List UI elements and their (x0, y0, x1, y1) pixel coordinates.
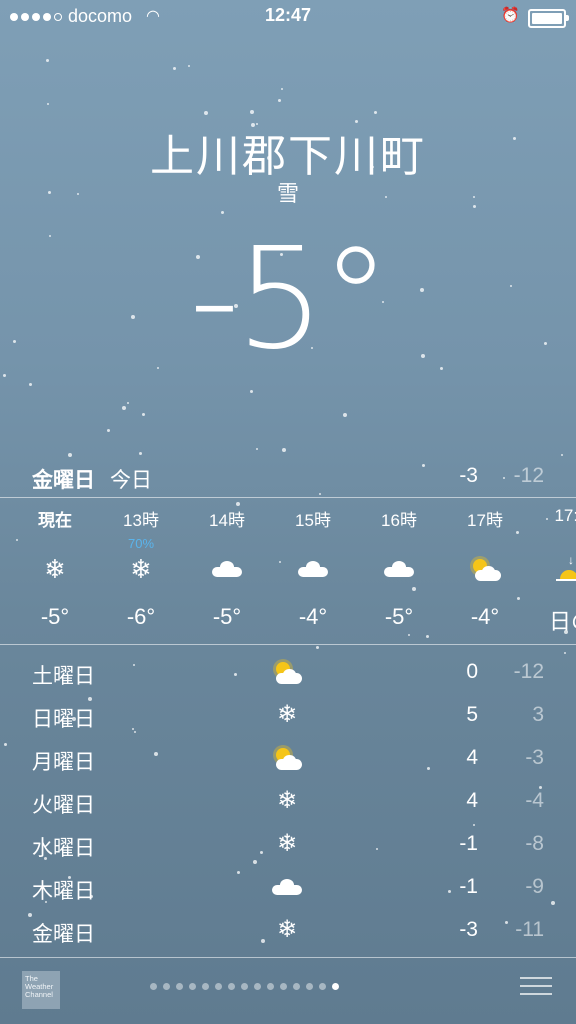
daily-row: 火曜日 ❄ 4 -4 (32, 781, 544, 824)
current-temperature: -5° (189, 218, 391, 381)
today-high: -3 (459, 464, 478, 487)
hourly-temp: -4° (470, 604, 500, 629)
page-dot[interactable] (228, 983, 235, 990)
hourly-time: 16時 (381, 511, 417, 530)
hourly-temp: -6° (126, 604, 156, 629)
daily-row: 土曜日 0 -12 (32, 652, 544, 695)
page-indicator[interactable] (150, 983, 339, 990)
city-name: 上川郡下川町 (150, 132, 426, 181)
daily-row: 水曜日 ❄ -1 -8 (32, 824, 544, 867)
hourly-temp: -5° (212, 604, 242, 629)
page-dot[interactable] (163, 983, 170, 990)
daily-day: 水曜日 (32, 837, 95, 860)
daily-day: 火曜日 (32, 794, 95, 817)
cloud-icon (384, 561, 414, 577)
daily-low: -8 (525, 832, 544, 855)
daily-low: -9 (525, 875, 544, 898)
daily-low: -12 (513, 660, 544, 683)
hourly-temp: -4° (298, 604, 328, 629)
daily-low: -4 (525, 789, 544, 812)
current-condition: 雪 (276, 181, 299, 206)
page-dot[interactable] (215, 983, 222, 990)
page-dot[interactable] (293, 983, 300, 990)
snow-icon: ❄ (276, 916, 298, 943)
status-bar: docomo ◠ 12:47 ⏰ (0, 0, 576, 34)
hourly-precip: 70% (127, 536, 155, 551)
daily-high: 0 (466, 660, 478, 683)
daily-day: 木曜日 (32, 880, 95, 903)
today-low: -12 (513, 464, 544, 487)
divider (0, 497, 576, 498)
hourly-time: 現在 (38, 511, 72, 530)
daily-forecast-list[interactable]: 土曜日 0 -12 日曜日 ❄ 5 3 月曜日 4 -3 火曜日 ❄ 4 -4 水曜日 ❄ -1 -8 木曜日 -1 -… (32, 652, 544, 953)
cloud-icon (272, 879, 302, 895)
today-day: 金曜日 (32, 469, 95, 492)
daily-day: 月曜日 (32, 751, 95, 774)
page-dot[interactable] (332, 983, 339, 990)
page-dot[interactable] (267, 983, 274, 990)
daily-day: 日曜日 (32, 708, 95, 731)
daily-row: 木曜日 -1 -9 (32, 867, 544, 910)
hourly-temp: -5° (384, 604, 414, 629)
divider (0, 957, 576, 958)
cloud-icon (298, 561, 328, 577)
hourly-temp: 日の (548, 609, 576, 634)
daily-high: 4 (466, 789, 478, 812)
hourly-time: 15時 (295, 511, 331, 530)
bottom-toolbar: The Weather Channel (0, 957, 576, 1024)
daily-day: 土曜日 (32, 665, 95, 688)
page-dot[interactable] (202, 983, 209, 990)
alarm-icon: ⏰ (501, 7, 520, 24)
snow-icon: ❄ (276, 701, 298, 728)
today-summary: 金曜日 今日 -3 -12 (32, 460, 544, 496)
page-dot[interactable] (319, 983, 326, 990)
divider (0, 644, 576, 645)
page-dot[interactable] (189, 983, 196, 990)
daily-high: -1 (459, 875, 478, 898)
cloud-icon (212, 561, 242, 577)
today-label: 今日 (110, 469, 152, 492)
daily-low: -11 (515, 918, 544, 941)
daily-row: 日曜日 ❄ 5 3 (32, 695, 544, 738)
daily-low: -3 (525, 746, 544, 769)
snow-icon: ❄ (276, 787, 298, 814)
page-dot[interactable] (150, 983, 157, 990)
daily-high: 4 (466, 746, 478, 769)
hourly-temp: -5° (40, 604, 70, 629)
status-time: 12:47 (264, 5, 312, 25)
snow-icon: ❄ (44, 554, 66, 584)
daily-high: 5 (466, 703, 478, 726)
partly-cloudy-icon (272, 746, 302, 770)
snow-icon: ❄ (276, 830, 298, 857)
sunset-icon: ↓ (556, 553, 576, 581)
daily-high: -3 (459, 918, 478, 941)
daily-low: 3 (532, 703, 544, 726)
hourly-time: 17:2 (554, 506, 576, 525)
daily-row: 金曜日 ❄ -3 -11 (32, 910, 544, 953)
page-dot[interactable] (280, 983, 287, 990)
city-list-icon[interactable] (520, 977, 552, 999)
hourly-time: 17時 (467, 511, 503, 530)
hourly-time: 14時 (209, 511, 245, 530)
daily-day: 金曜日 (32, 923, 95, 946)
daily-row: 月曜日 4 -3 (32, 738, 544, 781)
snow-icon: ❄ (130, 554, 152, 584)
partly-cloudy-icon (469, 557, 501, 581)
hourly-forecast-scroller[interactable]: 現在 ❄ -5° 13時 70% ❄ -6° 14時 -5° 15時 -4° 16時 -5° 17時 -4°… (0, 500, 576, 644)
page-dot[interactable] (306, 983, 313, 990)
partly-cloudy-icon (272, 660, 302, 684)
page-dot[interactable] (254, 983, 261, 990)
page-dot[interactable] (241, 983, 248, 990)
page-dot[interactable] (176, 983, 183, 990)
weather-channel-logo[interactable]: The Weather Channel (22, 971, 60, 1009)
hourly-time: 13時 (123, 511, 159, 530)
battery-icon (528, 9, 569, 28)
daily-high: -1 (459, 832, 478, 855)
